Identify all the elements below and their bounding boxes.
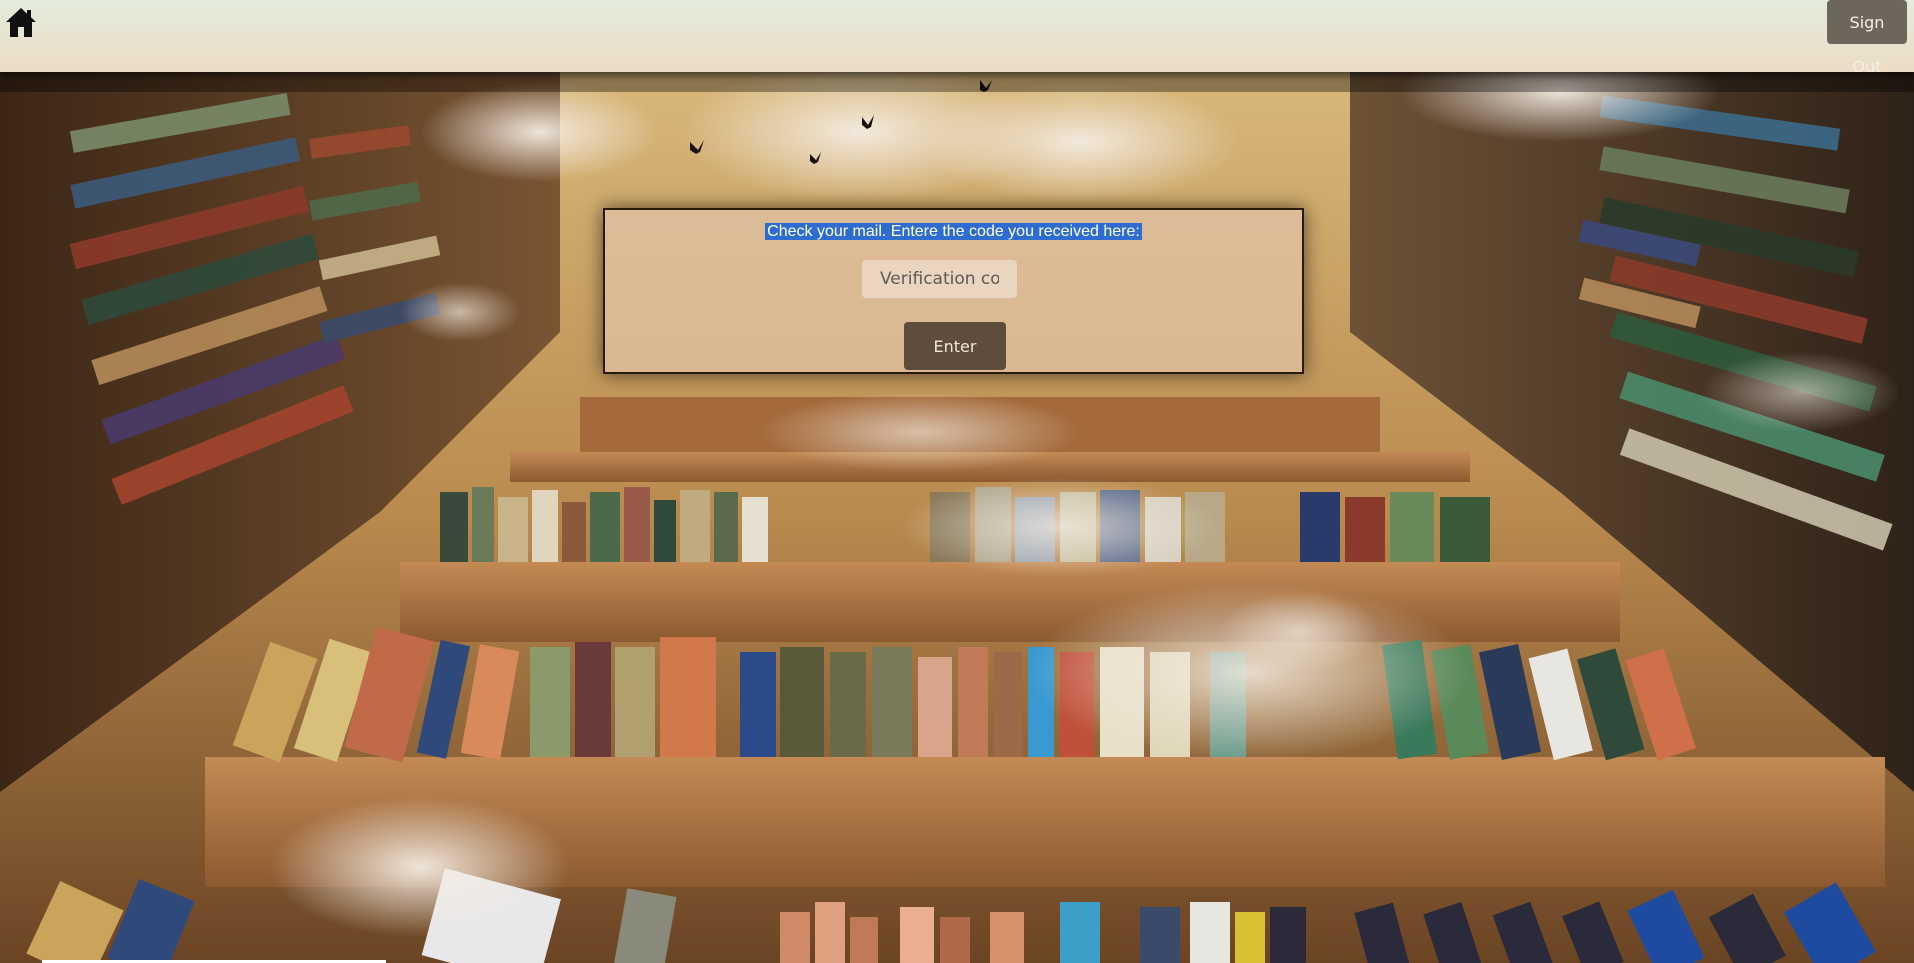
- verification-panel: Check your mail. Entere the code you rec…: [603, 208, 1304, 374]
- top-nav-bar: Sign Out: [0, 0, 1914, 76]
- library-background-image: Check your mail. Entere the code you rec…: [0, 72, 1914, 963]
- enter-button[interactable]: Enter: [904, 322, 1006, 370]
- home-button[interactable]: [4, 4, 38, 40]
- sign-out-button[interactable]: Sign Out: [1827, 0, 1907, 76]
- home-icon: [6, 8, 36, 37]
- verification-prompt: Check your mail. Entere the code you rec…: [765, 223, 1142, 240]
- verification-code-input[interactable]: [862, 260, 1017, 298]
